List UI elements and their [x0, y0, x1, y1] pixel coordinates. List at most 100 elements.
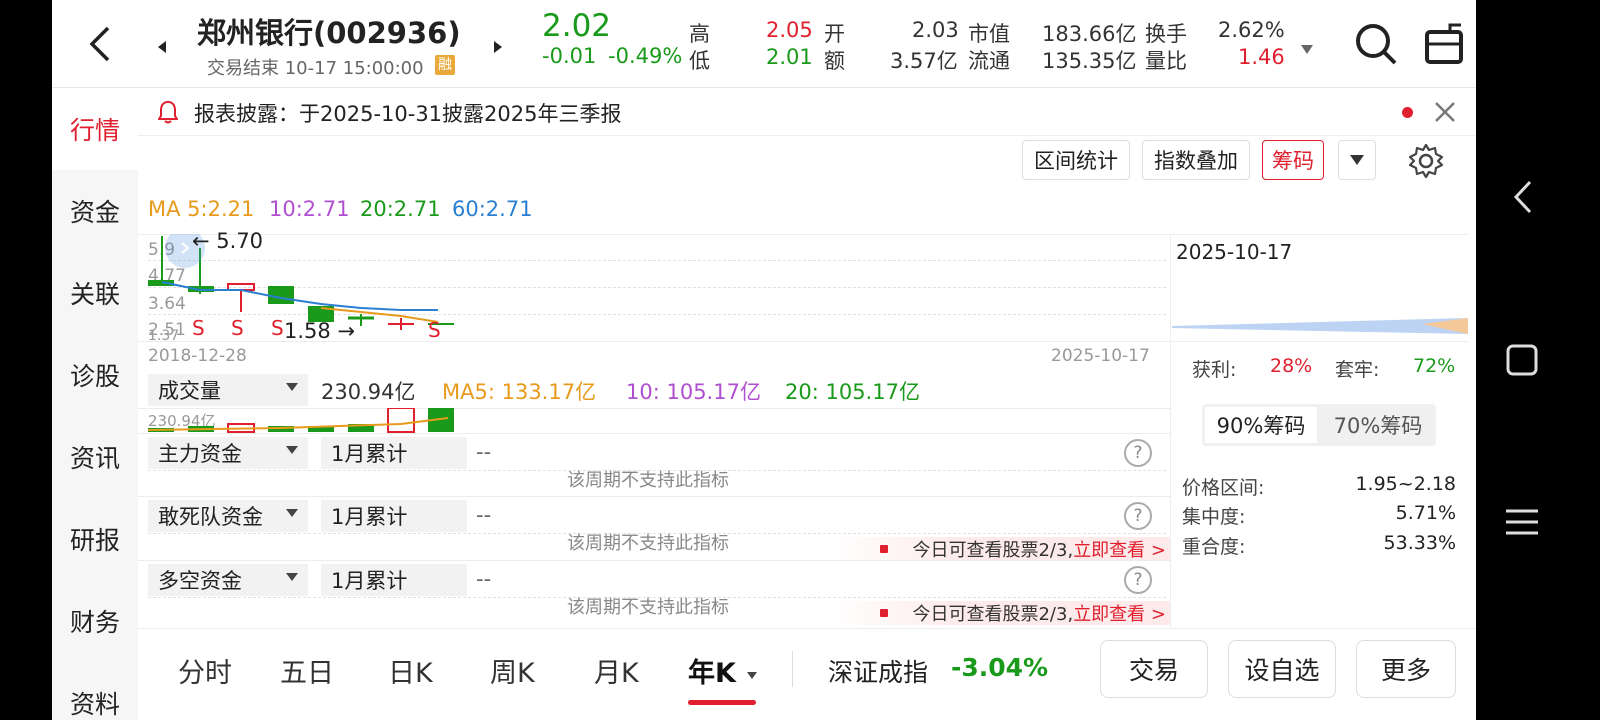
- trapped-value: 72%: [1413, 355, 1456, 377]
- notice-bar[interactable]: 报表披露：于2025-10-31披露2025年三季报: [138, 88, 1476, 136]
- index-name[interactable]: 深证成指: [828, 653, 928, 689]
- volume-selector[interactable]: 成交量: [148, 374, 308, 406]
- indicator-selector-daredevil[interactable]: 敢死队资金: [148, 500, 308, 532]
- system-menu-icon[interactable]: [1506, 508, 1538, 536]
- yearly-k-dropdown-icon[interactable]: [747, 665, 757, 679]
- help-icon[interactable]: ?: [1124, 502, 1152, 530]
- prev-stock-icon[interactable]: [158, 38, 166, 53]
- concentration-label: 集中度:: [1182, 506, 1246, 528]
- more-button[interactable]: 更多: [1356, 640, 1456, 698]
- min-price-label: 1.58 →: [284, 319, 356, 343]
- sidebar-item-diagnosis[interactable]: 诊股: [52, 334, 138, 416]
- unlock-text: 今日可查看股票2/3,: [912, 604, 1074, 625]
- indicator-note: 该周期不支持此指标: [567, 533, 729, 554]
- help-icon[interactable]: ?: [1124, 439, 1152, 467]
- system-back-icon[interactable]: [1512, 180, 1534, 214]
- ma10-value: 10:2.71: [269, 197, 350, 221]
- price-change: -0.01: [542, 44, 597, 68]
- tab-yearly-k[interactable]: 年K: [688, 651, 736, 690]
- back-icon[interactable]: [86, 26, 116, 62]
- indicator-value: --: [476, 503, 492, 527]
- float-label: 流通: [968, 49, 1010, 73]
- min-price-value: 1.58: [284, 319, 331, 343]
- unlock-banner[interactable]: 今日可查看股票2/3, 立即查看 >: [828, 537, 1170, 561]
- expand-quote-icon[interactable]: [1301, 40, 1313, 54]
- chip-divider: [1170, 234, 1171, 628]
- volume-chart[interactable]: [148, 408, 468, 434]
- tab-divider: [792, 651, 793, 687]
- period-selector-main[interactable]: 1月累计: [321, 437, 467, 469]
- float-value: 135.35亿: [1042, 49, 1137, 73]
- tab-weekly-k[interactable]: 周K: [490, 651, 535, 690]
- unread-dot: [1402, 107, 1413, 118]
- trade-status: 交易结束 10-17 15:00:00: [207, 58, 424, 79]
- help-icon[interactable]: ?: [1124, 566, 1152, 594]
- close-icon[interactable]: [1434, 101, 1456, 123]
- sidebar-item-quote[interactable]: 行情: [52, 88, 138, 170]
- ma60-value: 60:2.71: [452, 197, 533, 221]
- concentration-value: 5.71%: [1395, 502, 1456, 524]
- indicator-note: 该周期不支持此指标: [567, 597, 729, 618]
- indicator-note: 该周期不支持此指标: [567, 470, 729, 491]
- header: 郑州银行(002936) 交易结束 10-17 15:00:00 融 2.02 …: [52, 0, 1476, 88]
- margin-badge: 融: [435, 55, 455, 75]
- search-icon[interactable]: [1354, 22, 1398, 66]
- s-marker[interactable]: S: [192, 316, 205, 340]
- tab-70-chips[interactable]: 70%筹码: [1322, 407, 1434, 443]
- active-tab-indicator: [688, 700, 756, 705]
- volume-value: 230.94亿: [321, 380, 416, 404]
- tab-intraday[interactable]: 分时: [178, 651, 232, 690]
- date-start: 2018-12-28: [148, 346, 247, 366]
- s-marker[interactable]: S: [271, 316, 284, 340]
- tab-monthly-k[interactable]: 月K: [594, 651, 639, 690]
- s-marker[interactable]: S: [428, 318, 441, 342]
- high-value: 2.05: [766, 18, 813, 42]
- add-watchlist-button[interactable]: 设自选: [1228, 640, 1336, 698]
- volume-bottom-border: [138, 433, 1170, 434]
- volume-selector-label: 成交量: [158, 379, 221, 403]
- expand-chart-icon[interactable]: [177, 240, 193, 256]
- view-now-link[interactable]: 立即查看 >: [1073, 600, 1166, 626]
- sidebar-item-related[interactable]: 关联: [52, 252, 138, 334]
- chip-distribution-chart: [1172, 318, 1468, 334]
- open-value: 2.03: [912, 18, 959, 42]
- portfolio-icon[interactable]: [1424, 22, 1464, 66]
- sidebar-item-finance[interactable]: 财务: [52, 580, 138, 662]
- turnover-label: 换手: [1145, 22, 1187, 46]
- lock-icon: [880, 545, 889, 553]
- chart-options-dropdown[interactable]: [1338, 140, 1376, 180]
- overlap-value: 53.33%: [1383, 532, 1456, 554]
- max-price-label: ← 5.70: [192, 229, 264, 253]
- indicator-selector-main[interactable]: 主力资金: [148, 437, 308, 469]
- ma5-value: MA 5:2.21: [148, 197, 255, 221]
- tab-daily-k[interactable]: 日K: [388, 651, 433, 690]
- view-now-link[interactable]: 立即查看 >: [1073, 536, 1166, 562]
- notice-text: 报表披露：于2025-10-31披露2025年三季报: [194, 102, 622, 126]
- chevron-down-icon: [1350, 155, 1364, 165]
- sidebar-item-profile[interactable]: 资料: [52, 662, 138, 720]
- index-change[interactable]: -3.04%: [951, 653, 1048, 682]
- next-stock-icon[interactable]: [494, 38, 502, 53]
- indicator-name: 多空资金: [158, 569, 242, 593]
- system-nav-bar: [1476, 0, 1600, 720]
- range-stats-button[interactable]: 区间统计: [1022, 140, 1130, 180]
- settings-icon[interactable]: [1408, 143, 1444, 179]
- sidebar-item-news[interactable]: 资讯: [52, 416, 138, 498]
- period-selector-daredevil[interactable]: 1月累计: [321, 500, 467, 532]
- system-home-icon[interactable]: [1506, 344, 1538, 376]
- indicator-name: 主力资金: [158, 442, 242, 466]
- indicator-border: [138, 496, 1170, 497]
- chips-button[interactable]: 筹码: [1262, 140, 1324, 180]
- sidebar-item-research[interactable]: 研报: [52, 498, 138, 580]
- unlock-banner[interactable]: 今日可查看股票2/3, 立即查看 >: [828, 601, 1170, 625]
- index-overlay-button[interactable]: 指数叠加: [1142, 140, 1250, 180]
- tab-five-day[interactable]: 五日: [280, 651, 334, 690]
- low-label: 低: [689, 49, 710, 73]
- sidebar-item-funds[interactable]: 资金: [52, 170, 138, 252]
- s-marker[interactable]: S: [231, 316, 244, 340]
- indicator-selector-longshort[interactable]: 多空资金: [148, 564, 308, 596]
- app-window: 郑州银行(002936) 交易结束 10-17 15:00:00 融 2.02 …: [52, 0, 1476, 720]
- tab-90-chips[interactable]: 90%筹码: [1205, 407, 1317, 443]
- trade-button[interactable]: 交易: [1100, 640, 1208, 698]
- period-selector-longshort[interactable]: 1月累计: [321, 564, 467, 596]
